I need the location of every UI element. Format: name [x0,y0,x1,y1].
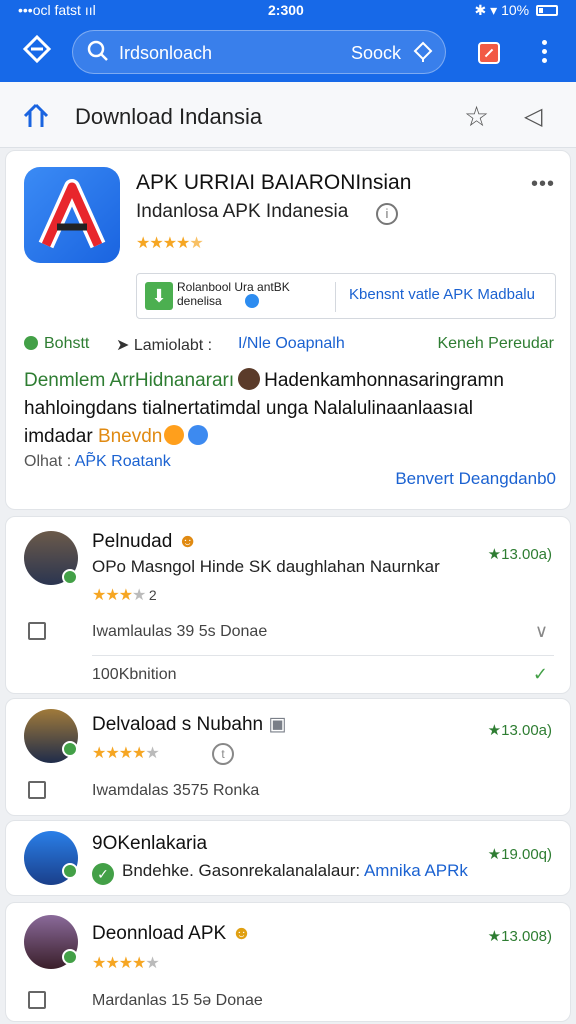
review-text: ✓ Bndehke. Gasonrekalanalalaur: Amnika AP… [92,861,468,885]
check-icon[interactable]: ✓ [533,664,548,685]
verify-link[interactable]: Kbensnt vatle APK Madbalu [349,286,535,303]
bluetooth-icon: ✱ [474,2,487,18]
info-icon[interactable]: t [212,743,234,765]
check-circle-icon: ✓ [92,863,114,885]
review-score: ★19.00q) [487,846,552,863]
review-card: Delvaload s Nubahn ▣ ★★★★★ t ★13.00a) Iw… [5,698,571,816]
review-card: Deonnload APK ☻ ★★★★★ ★13.008) Mardanlas… [5,902,571,1022]
emoji-icon [164,425,185,445]
review-stars: ★★★★★ [92,745,160,762]
reviewer-name: Delvaload s Nubahn ▣ [92,714,287,735]
share-icon[interactable]: ◁ [524,102,542,131]
emoji-icon: ☻ [177,531,198,552]
app-meta-row: Bohstt ➤ Lamiolabt : I/Nle Ooapnalh Kene… [24,335,554,359]
emoji-icon: ☻ [231,923,252,944]
review-score: ★13.008) [487,928,552,945]
app-link[interactable]: Amnika APRk [364,861,468,880]
battery-percent: 10% [501,2,530,18]
info-icon[interactable]: i [376,203,398,225]
app-rating-stars: ★★★★★ [136,235,204,252]
review-card: Pelnudad ☻ OPo Masngol Hinde SK daughlah… [5,516,571,694]
status-right: ✱ ▾ 10% [475,2,558,19]
verified-badge-icon [62,569,78,585]
meta-label: ➤ Lamiolabt : [116,337,213,354]
review-detail: Iwamlaulas 39 5s Donae [92,623,268,640]
author-avatar [238,368,261,390]
overflow-menu-icon[interactable] [534,40,554,66]
edit-app-icon[interactable] [478,42,500,64]
download-info-box[interactable]: ⬇ Rolanbool Ura antBK denelisa Kbensnt v… [136,273,556,319]
reviewer-name: 9OKenlakaria [92,833,208,854]
verified-badge-icon [62,949,78,965]
verified-badge-icon [62,863,78,879]
status-label: Bohstt [24,335,89,353]
chevron-down-icon[interactable]: ∨ [535,621,548,642]
emoji-icon [188,425,209,445]
more-options-icon[interactable]: ••• [531,173,555,196]
favorite-star-icon[interactable]: ☆ [464,100,489,133]
review-stars: ★★★★ 2 [92,587,157,604]
app-name: APK URRIAI BAIARONInsian [136,171,412,194]
status-bar: •••ocl fatst ııl 2:300 ✱ ▾ 10% [0,0,576,22]
page-title: Download Indansia [75,104,263,129]
voice-search-icon[interactable] [411,40,435,64]
robot-icon: ▣ [268,714,287,735]
verified-badge-icon [62,741,78,757]
search-icon [87,40,108,61]
page-header: Download Indansia ☆ ◁ [0,82,576,148]
olhat-row: Olhat : AP̃K Roatank [24,453,171,470]
download-link[interactable]: Benvert Deangdanb0 [395,469,556,489]
olhat-link[interactable]: AP̃K Roatank [75,453,171,470]
wifi-icon: ▾ [490,2,498,18]
review-stars: ★★★★★ [92,955,160,972]
select-checkbox[interactable] [28,781,46,799]
download-icon: ⬇ [145,282,173,310]
select-checkbox[interactable] [28,622,46,640]
review-detail: Mardanlas 15 5ə Donae [92,992,263,1009]
review-detail: Iwamdalas 3575 Ronka [92,782,260,799]
meta-right-link[interactable]: Keneh Pereudar [437,335,554,353]
review-card: 9OKenlakaria ✓ Bndehke. Gasonrekalanalala… [5,820,571,896]
clock: 2:300 [268,2,304,18]
app-subtitle: Indanlosa APK Indanesia [136,201,349,222]
search-bar[interactable]: Irdsonloach Soock [72,30,446,74]
home-icon[interactable] [22,102,50,130]
review-score: ★13.00a) [487,546,552,563]
diamond-nav-icon[interactable] [20,34,54,68]
review-text: OPo Masngol Hinde SK daughlahan Naurnkar [92,557,440,576]
status-dot-icon [24,336,38,350]
app-detail-card: APK URRIAI BAIARONInsian Indanlosa APK I… [5,150,571,510]
search-input[interactable]: Irdsonloach [119,43,212,64]
app-bar: •••ocl fatst ııl 2:300 ✱ ▾ 10% Irdsonloa… [0,0,576,82]
app-logo [24,167,120,263]
battery-icon [536,5,558,16]
reviewer-name: Pelnudad ☻ [92,531,198,552]
app-description: Denmlem ArrHidnanararı Hadenkamhonnasarin… [24,368,504,447]
signal-indicator: •••ocl fatst ııl [18,2,96,18]
review-score: ★13.00a) [487,722,552,739]
download-source: Rolanbool Ura antBK denelisa [177,280,290,308]
divider [92,655,554,656]
reviewer-name: Deonnload APK ☻ [92,923,252,944]
verified-badge-icon [245,294,259,308]
review-detail: 100Kbnition [92,666,177,683]
select-checkbox[interactable] [28,991,46,1009]
meta-link[interactable]: I/Nle Ooapnalh [238,335,345,353]
divider [335,282,336,312]
search-button[interactable]: Soock [351,43,401,64]
